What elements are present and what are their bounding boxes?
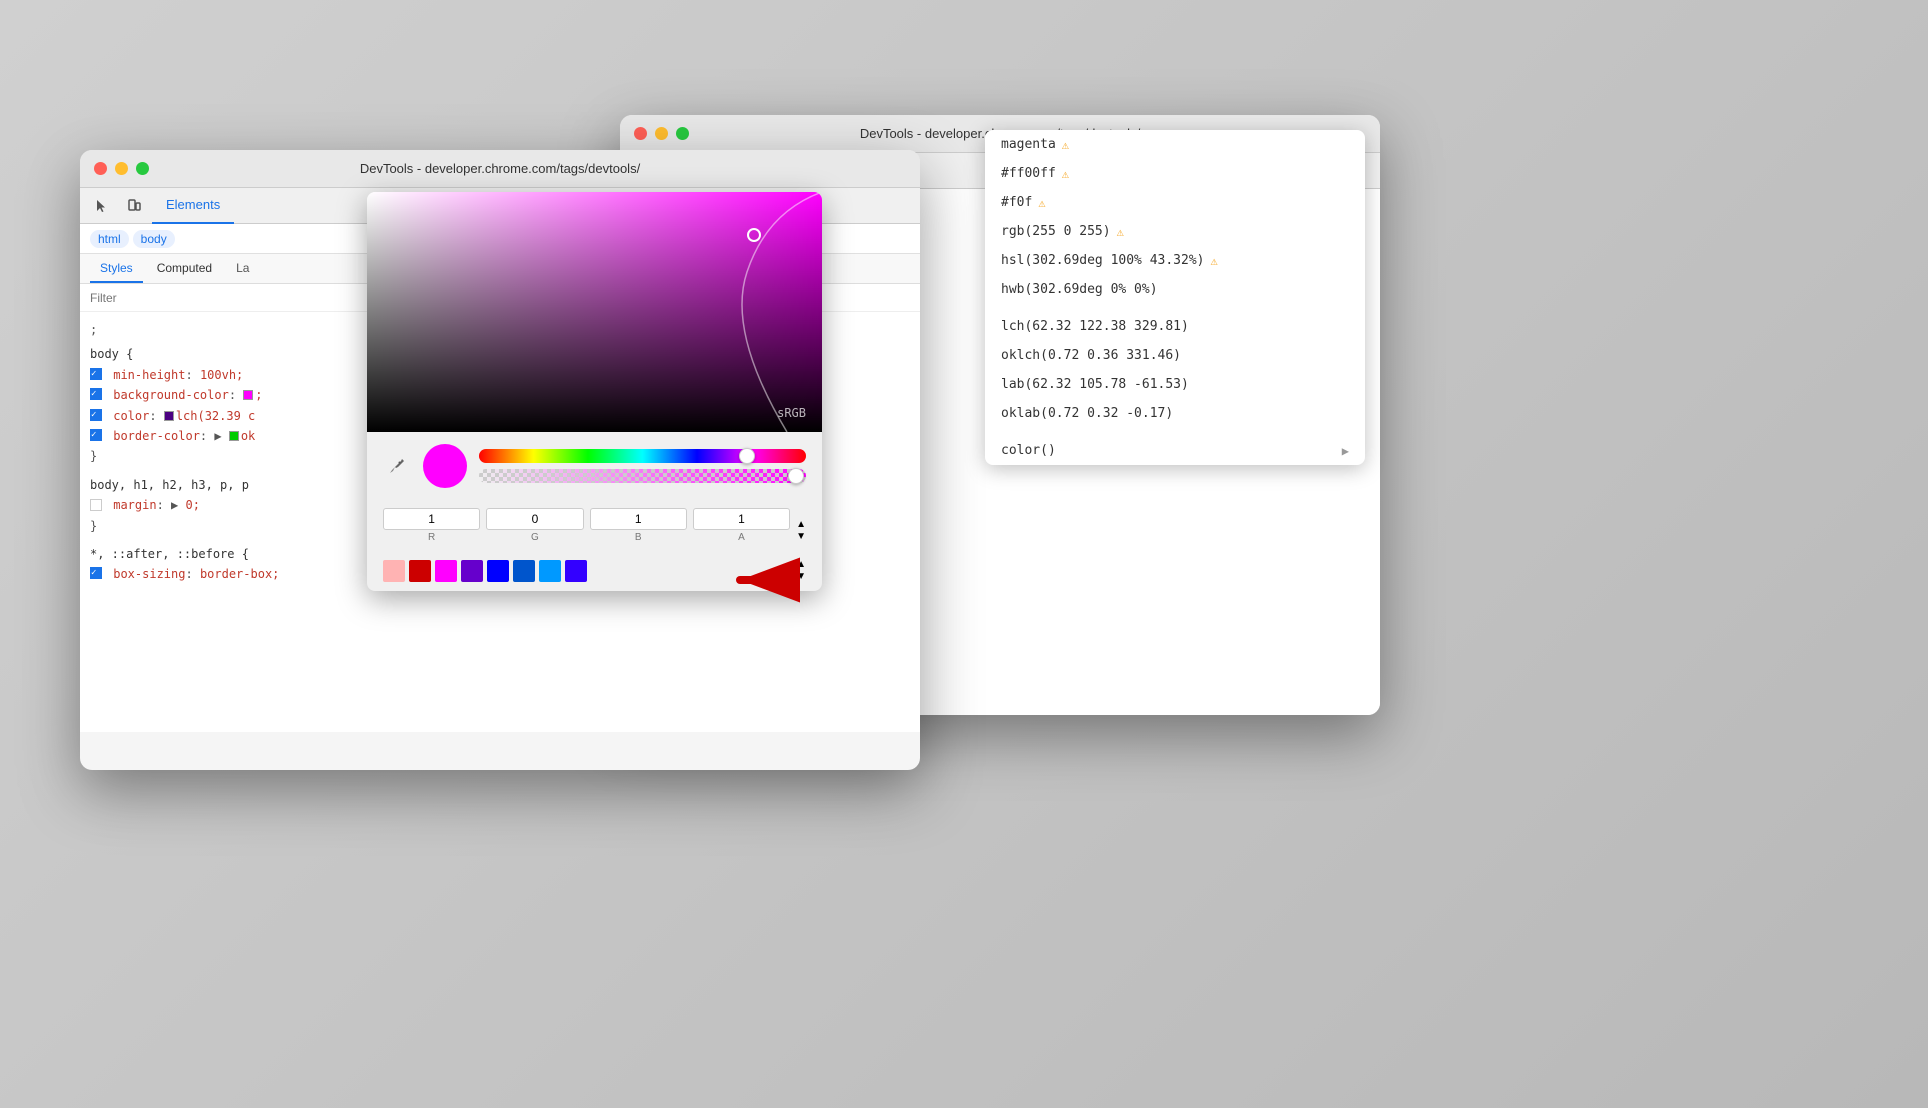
format-ff00ff[interactable]: #ff00ff ⚠ <box>985 159 1365 188</box>
format-oklab[interactable]: oklab(0.72 0.32 -0.17) <box>985 399 1365 428</box>
swatch-7[interactable] <box>539 560 561 582</box>
swatch-8[interactable] <box>565 560 587 582</box>
format-hwb[interactable]: hwb(302.69deg 0% 0%) <box>985 275 1365 304</box>
swatch-5[interactable] <box>487 560 509 582</box>
format-lch[interactable]: lch(62.32 122.38 329.81) <box>985 312 1365 341</box>
checkbox-min-height[interactable] <box>90 368 102 380</box>
r-field: R <box>383 508 480 543</box>
device-icon <box>126 198 142 214</box>
cursor-icon <box>94 198 110 214</box>
checkbox-bg-color[interactable] <box>90 388 102 400</box>
separator-1 <box>985 304 1365 312</box>
alpha-handle <box>788 468 804 484</box>
color-swatch[interactable] <box>164 411 174 421</box>
bg-color-swatch[interactable] <box>243 390 253 400</box>
eyedropper-icon <box>388 457 406 475</box>
close-button-front[interactable] <box>94 162 107 175</box>
format-hsl[interactable]: hsl(302.69deg 100% 43.32%) ⚠ <box>985 246 1365 275</box>
warning-hsl: ⚠ <box>1211 254 1218 268</box>
hue-handle <box>739 448 755 464</box>
breadcrumb-html[interactable]: html <box>90 230 129 248</box>
color-picker-panel: sRGB R <box>367 192 822 591</box>
format-color-arrow: ▶ <box>1342 444 1349 458</box>
warning-f0f: ⚠ <box>1038 196 1045 210</box>
checkbox-box-sizing[interactable] <box>90 567 102 579</box>
alpha-slider[interactable] <box>479 469 806 483</box>
tab-styles[interactable]: Styles <box>90 254 143 283</box>
format-color[interactable]: color() ▶ <box>985 436 1365 465</box>
srgb-label: sRGB <box>777 406 806 420</box>
title-front: DevTools - developer.chrome.com/tags/dev… <box>360 161 640 176</box>
minimize-button-back[interactable] <box>655 127 668 140</box>
border-color-swatch[interactable] <box>229 431 239 441</box>
hue-slider[interactable] <box>479 449 806 463</box>
format-lab[interactable]: lab(62.32 105.78 -61.53) <box>985 370 1365 399</box>
checkbox-border-color[interactable] <box>90 429 102 441</box>
color-preview <box>423 444 467 488</box>
swatch-4[interactable] <box>461 560 483 582</box>
warning-rgb: ⚠ <box>1117 225 1124 239</box>
tab-elements-front[interactable]: Elements <box>152 188 234 224</box>
r-input[interactable] <box>383 508 480 530</box>
rgba-inputs: R G B A ▲ ▼ <box>367 500 822 551</box>
titlebar-front: DevTools - developer.chrome.com/tags/dev… <box>80 150 920 188</box>
format-f0f[interactable]: #f0f ⚠ <box>985 188 1365 217</box>
device-icon-btn[interactable] <box>120 192 148 220</box>
warning-magenta: ⚠ <box>1062 138 1069 152</box>
tab-la[interactable]: La <box>226 254 259 283</box>
gradient-handle <box>747 228 761 242</box>
b-label: B <box>635 532 642 543</box>
sliders-area <box>479 449 806 483</box>
close-button-back[interactable] <box>634 127 647 140</box>
color-controls <box>367 432 822 500</box>
cursor-icon-btn[interactable] <box>88 192 116 220</box>
g-input[interactable] <box>486 508 583 530</box>
separator-2 <box>985 428 1365 436</box>
warning-ff00ff: ⚠ <box>1062 167 1069 181</box>
gradient-curve-svg <box>367 192 822 432</box>
format-rgb[interactable]: rgb(255 0 255) ⚠ <box>985 217 1365 246</box>
checkbox-color[interactable] <box>90 409 102 421</box>
b-field: B <box>590 508 687 543</box>
swatch-6[interactable] <box>513 560 535 582</box>
swatch-3[interactable] <box>435 560 457 582</box>
b-input[interactable] <box>590 508 687 530</box>
format-oklch[interactable]: oklch(0.72 0.36 331.46) <box>985 341 1365 370</box>
maximize-button-back[interactable] <box>676 127 689 140</box>
color-gradient[interactable]: sRGB <box>367 192 822 432</box>
maximize-button-front[interactable] <box>136 162 149 175</box>
swatch-1[interactable] <box>383 560 405 582</box>
breadcrumb-body[interactable]: body <box>133 230 175 248</box>
traffic-lights-front <box>94 162 149 175</box>
g-field: G <box>486 508 583 543</box>
format-magenta[interactable]: magenta ⚠ <box>985 130 1365 159</box>
traffic-lights-back <box>634 127 689 140</box>
minimize-button-front[interactable] <box>115 162 128 175</box>
a-input[interactable] <box>693 508 790 530</box>
g-label: G <box>531 532 539 543</box>
rgba-spinner[interactable]: ▲ ▼ <box>796 519 806 543</box>
swatch-2[interactable] <box>409 560 431 582</box>
red-arrow <box>720 550 800 615</box>
a-label: A <box>738 532 745 543</box>
arrow-svg <box>720 550 800 610</box>
eyedropper-button[interactable] <box>383 452 411 480</box>
color-format-dropdown: magenta ⚠ #ff00ff ⚠ #f0f ⚠ rgb(255 0 255… <box>985 130 1365 465</box>
a-field: A <box>693 508 790 543</box>
checkbox-margin-unchecked[interactable] <box>90 499 102 511</box>
r-label: R <box>428 532 435 543</box>
tab-computed[interactable]: Computed <box>147 254 222 283</box>
